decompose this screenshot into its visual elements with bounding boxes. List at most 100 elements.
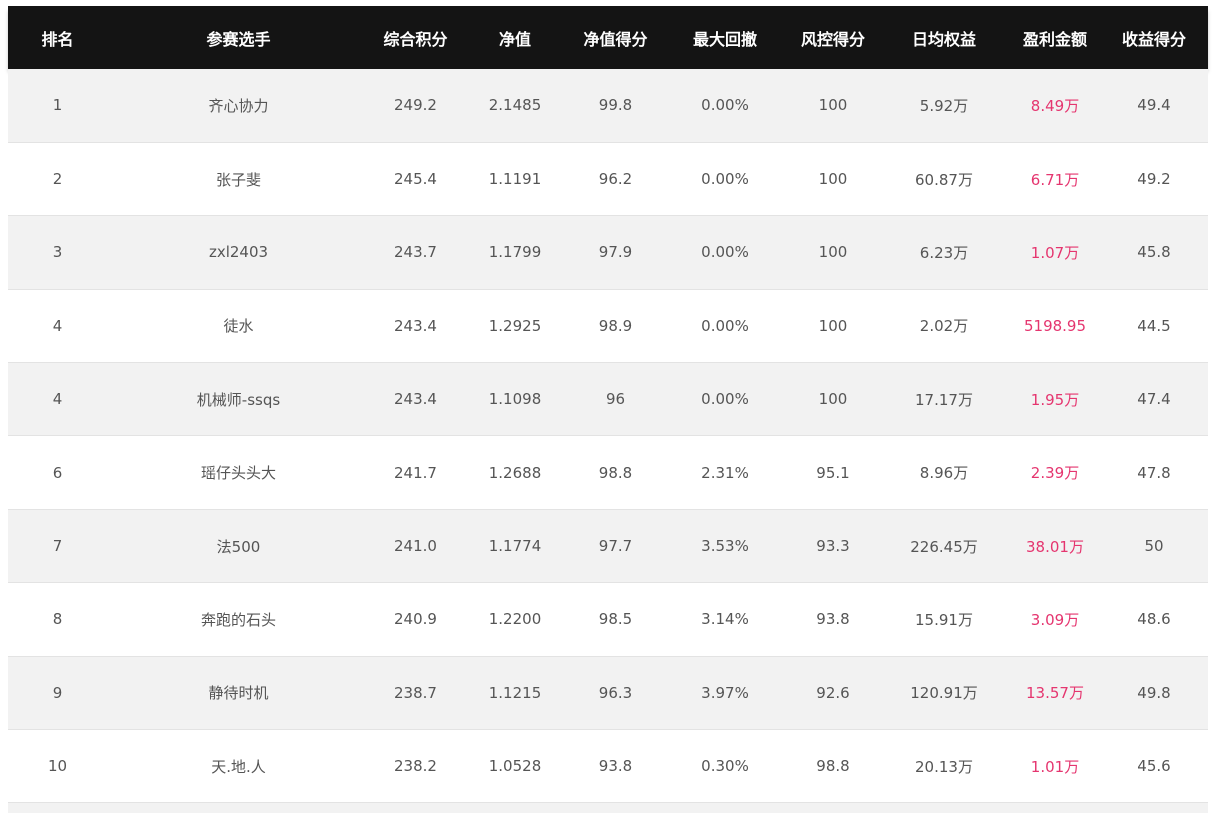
table-row[interactable]: 3 zxl2403 243.7 1.1799 97.9 0.00% 100 6.…: [8, 215, 1208, 290]
table-row[interactable]: 4 机械师-ssqs 243.4 1.1098 96 0.00% 100 17.…: [8, 362, 1208, 436]
header-row: 排名 参赛选手 综合积分 净值 净值得分 最大回撤 风控得分 日均权益 盈利金额…: [8, 6, 1208, 69]
return-score-cell: 49.4: [1137, 96, 1171, 115]
total-score-cell: 240.9: [394, 610, 437, 629]
risk-score-cell: 100: [818, 170, 848, 189]
profit-cell: 6.71万: [1030, 170, 1080, 189]
daily-equity-cell: 8.96万: [919, 464, 969, 483]
daily-equity-cell: 5.92万: [919, 96, 969, 115]
return-score-cell: 47.8: [1137, 463, 1171, 482]
risk-score-cell: 95.1: [816, 463, 850, 482]
daily-equity-cell: 15.91万: [915, 610, 973, 629]
max-drawdown-cell: 0.00%: [701, 170, 749, 189]
nav-score-cell: 96: [605, 390, 626, 409]
daily-equity-cell: 60.87万: [915, 170, 973, 189]
risk-score-cell: 100: [818, 316, 848, 335]
next-row-partial: [8, 803, 1208, 813]
rank-cell: 3: [52, 243, 63, 262]
total-score-cell: 241.0: [394, 537, 437, 556]
column-header-total-score[interactable]: 综合积分: [370, 6, 461, 69]
nav-score-cell: 97.9: [598, 243, 633, 262]
table-row[interactable]: 4 徒水 243.4 1.2925 98.9 0.00% 100 2.02万 5…: [8, 289, 1208, 363]
max-drawdown-cell: 3.53%: [701, 537, 749, 556]
total-score-cell: 238.7: [394, 683, 437, 702]
max-drawdown-cell: 3.14%: [701, 610, 749, 629]
nav-score-cell: 99.8: [598, 96, 633, 115]
return-score-cell: 45.8: [1137, 243, 1171, 262]
total-score-cell: 245.4: [394, 170, 437, 189]
column-header-return-score[interactable]: 收益得分: [1100, 6, 1208, 69]
nav-score-cell: 93.8: [598, 757, 633, 776]
player-cell[interactable]: 静待时机: [107, 656, 370, 729]
return-score-cell: 50: [1144, 537, 1164, 556]
player-cell[interactable]: 奔跑的石头: [107, 583, 370, 656]
risk-score-cell: 100: [818, 96, 848, 115]
rank-cell: 1: [52, 96, 63, 115]
nav-cell: 1.1774: [488, 537, 542, 556]
risk-score-cell: 100: [818, 390, 848, 409]
column-header-daily-equity[interactable]: 日均权益: [878, 6, 1010, 69]
max-drawdown-cell: 0.00%: [701, 243, 749, 262]
daily-equity-cell: 226.45万: [910, 537, 978, 556]
profit-cell: 5198.95: [1023, 316, 1087, 335]
rank-cell: 9: [52, 683, 63, 702]
player-cell[interactable]: 瑶仔头头大: [107, 436, 370, 509]
daily-equity-cell: 6.23万: [919, 243, 969, 262]
risk-score-cell: 100: [818, 243, 848, 262]
profit-cell: 1.95万: [1030, 390, 1080, 409]
player-cell[interactable]: 天.地.人: [107, 730, 370, 803]
player-cell[interactable]: 张子斐: [107, 142, 370, 215]
rank-cell: 2: [52, 170, 63, 189]
column-header-rank[interactable]: 排名: [8, 6, 107, 69]
profit-cell: 38.01万: [1026, 537, 1084, 556]
table-row[interactable]: 10 天.地.人 238.2 1.0528 93.8 0.30% 98.8 20…: [8, 729, 1208, 803]
column-header-nav-score[interactable]: 净值得分: [569, 6, 662, 69]
daily-equity-cell: 17.17万: [915, 390, 973, 409]
max-drawdown-cell: 2.31%: [701, 463, 749, 482]
return-score-cell: 48.6: [1137, 610, 1171, 629]
nav-score-cell: 98.8: [598, 463, 633, 482]
return-score-cell: 49.8: [1137, 683, 1171, 702]
total-score-cell: 241.7: [394, 463, 437, 482]
profit-cell: 13.57万: [1026, 684, 1084, 703]
nav-score-cell: 98.9: [598, 316, 633, 335]
column-header-profit[interactable]: 盈利金额: [1010, 6, 1100, 69]
profit-cell: 8.49万: [1030, 96, 1080, 115]
column-header-nav[interactable]: 净值: [461, 6, 569, 69]
rank-cell: 7: [52, 537, 63, 556]
player-cell[interactable]: 法500: [107, 509, 370, 582]
player-cell[interactable]: zxl2403: [107, 216, 370, 289]
player-cell[interactable]: 机械师-ssqs: [107, 363, 370, 436]
table-header: 排名 参赛选手 综合积分 净值 净值得分 最大回撤 风控得分 日均权益 盈利金额…: [8, 6, 1208, 69]
player-cell[interactable]: 齐心协力: [107, 69, 370, 142]
table-row[interactable]: 2 张子斐 245.4 1.1191 96.2 0.00% 100 60.87万…: [8, 142, 1208, 216]
nav-score-cell: 97.7: [598, 537, 633, 556]
column-header-player[interactable]: 参赛选手: [107, 6, 370, 69]
player-cell[interactable]: 徒水: [107, 289, 370, 362]
table-row[interactable]: 1 齐心协力 249.2 2.1485 99.8 0.00% 100 5.92万…: [8, 69, 1208, 143]
profit-cell: 1.01万: [1030, 757, 1080, 776]
nav-score-cell: 96.2: [598, 170, 633, 189]
table-row[interactable]: 9 静待时机 238.7 1.1215 96.3 3.97% 92.6 120.…: [8, 656, 1208, 730]
total-score-cell: 249.2: [394, 96, 437, 115]
column-header-max-drawdown[interactable]: 最大回撤: [662, 6, 788, 69]
risk-score-cell: 93.8: [816, 610, 850, 629]
nav-cell: 2.1485: [488, 96, 542, 115]
table-row[interactable]: 6 瑶仔头头大 241.7 1.2688 98.8 2.31% 95.1 8.9…: [8, 435, 1208, 510]
profit-cell: 1.07万: [1030, 243, 1080, 262]
return-score-cell: 47.4: [1137, 390, 1171, 409]
total-score-cell: 243.4: [394, 316, 437, 335]
return-score-cell: 44.5: [1137, 316, 1171, 335]
nav-score-cell: 96.3: [598, 683, 633, 702]
profit-cell: 3.09万: [1030, 610, 1080, 629]
table-row[interactable]: 7 法500 241.0 1.1774 97.7 3.53% 93.3 226.…: [8, 509, 1208, 583]
column-header-risk-score[interactable]: 风控得分: [788, 6, 878, 69]
return-score-cell: 45.6: [1137, 757, 1171, 776]
nav-cell: 1.1799: [488, 243, 542, 262]
ranking-table: 排名 参赛选手 综合积分 净值 净值得分 最大回撤 风控得分 日均权益 盈利金额…: [8, 6, 1208, 803]
rank-cell: 6: [52, 463, 63, 482]
table-row[interactable]: 8 奔跑的石头 240.9 1.2200 98.5 3.14% 93.8 15.…: [8, 582, 1208, 657]
risk-score-cell: 93.3: [816, 537, 850, 556]
max-drawdown-cell: 0.30%: [701, 757, 749, 776]
nav-cell: 1.1191: [488, 170, 542, 189]
total-score-cell: 238.2: [394, 757, 437, 776]
